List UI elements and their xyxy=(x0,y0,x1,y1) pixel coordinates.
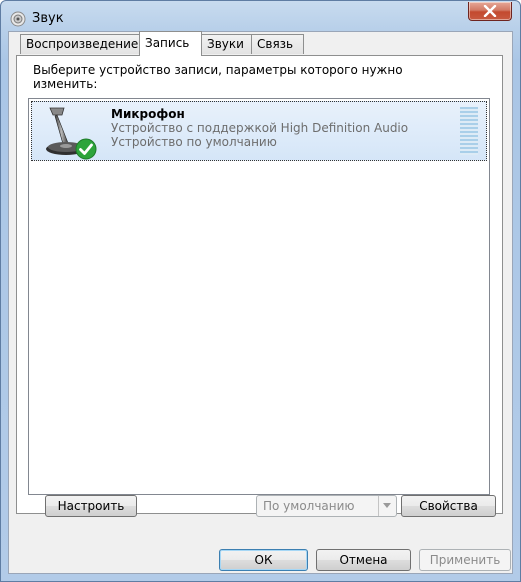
set-default-label: По умолчанию xyxy=(263,499,355,513)
device-description: Устройство с поддержкой High Definition … xyxy=(111,121,409,135)
device-status: Устройство по умолчанию xyxy=(111,135,277,149)
configure-button[interactable]: Настроить xyxy=(45,495,137,517)
speaker-icon xyxy=(10,11,26,27)
device-item-microphone[interactable]: Микрофон Устройство с поддержкой High De… xyxy=(31,101,487,161)
close-icon xyxy=(483,5,497,17)
device-list[interactable]: Микрофон Устройство с поддержкой High De… xyxy=(28,98,490,495)
close-button[interactable] xyxy=(468,2,512,21)
tab-communications[interactable]: Связь xyxy=(251,34,304,54)
window-title: Звук xyxy=(32,11,64,26)
cancel-button[interactable]: Отмена xyxy=(316,549,411,571)
set-default-split-button[interactable]: По умолчанию xyxy=(256,495,397,517)
properties-button[interactable]: Свойства xyxy=(401,495,496,517)
ok-button[interactable]: ОК xyxy=(219,549,308,571)
apply-button[interactable]: Применить xyxy=(419,549,511,571)
chevron-down-icon xyxy=(383,503,391,508)
tab-recording[interactable]: Запись xyxy=(139,31,202,56)
tab-playback[interactable]: Воспроизведение xyxy=(20,34,140,54)
instruction-text: Выберите устройство записи, параметры ко… xyxy=(33,63,403,91)
title-bar[interactable]: Звук xyxy=(1,1,520,33)
set-default-dropdown[interactable] xyxy=(378,496,396,516)
tab-sounds[interactable]: Звуки xyxy=(201,34,252,54)
checkmark-icon xyxy=(75,138,97,160)
recording-tab-panel: Выберите устройство записи, параметры ко… xyxy=(16,55,503,514)
input-level-meter xyxy=(460,107,478,155)
device-name: Микрофон xyxy=(111,107,185,121)
